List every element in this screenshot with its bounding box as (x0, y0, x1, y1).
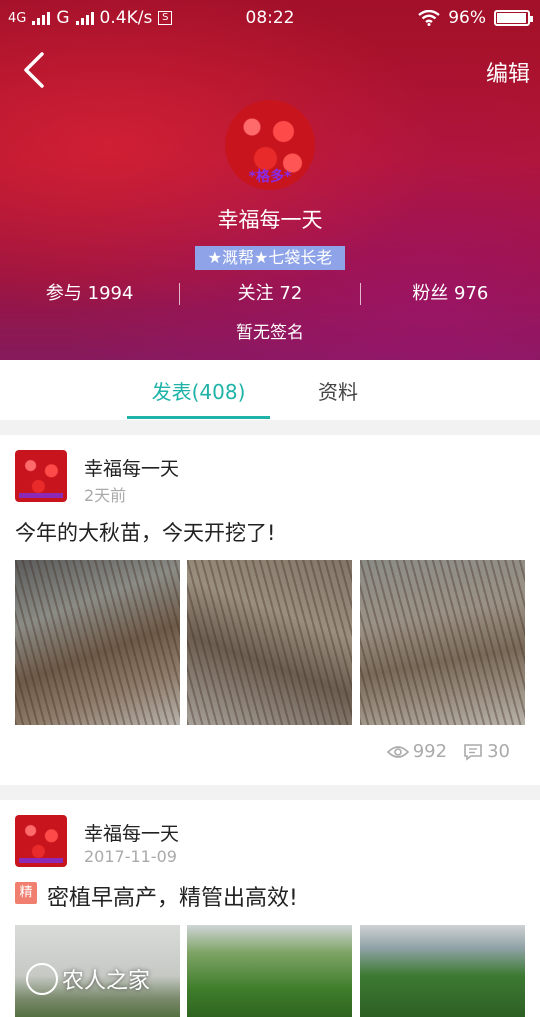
stat-following[interactable]: 关注 72 (180, 280, 359, 308)
active-tab-indicator (127, 416, 270, 419)
post-image[interactable] (360, 560, 525, 725)
post-time: 2017-11-09 (84, 847, 177, 866)
post-image[interactable] (187, 560, 352, 725)
post-author-name[interactable]: 幸福每一天 (84, 819, 179, 846)
profile-banner: 4G G 0.4K/s S 08:22 96% 编辑 *格多* 幸福每一天 ★溉… (0, 0, 540, 360)
post-author-avatar[interactable] (15, 450, 67, 502)
back-button[interactable] (14, 48, 54, 92)
post-card[interactable]: 幸福每一天 2天前 今年的大秋苗，今天开挖了! 992 30 (0, 435, 540, 785)
stat-participation[interactable]: 参与 1994 (0, 280, 179, 308)
status-bar: 4G G 0.4K/s S 08:22 96% (0, 0, 540, 36)
avatar[interactable]: *格多* (225, 100, 315, 190)
post-time: 2天前 (84, 486, 127, 505)
post-image[interactable] (187, 925, 352, 1017)
edit-button[interactable]: 编辑 (486, 56, 530, 88)
views-group: 992 (386, 741, 448, 762)
watermark: 农人之家 (26, 963, 150, 995)
avatar-caption: *格多* (248, 169, 292, 185)
post-image[interactable] (15, 560, 180, 725)
post-author-avatar[interactable] (15, 815, 67, 867)
battery-icon (494, 10, 533, 26)
post-image[interactable] (360, 925, 525, 1017)
tab-posts[interactable]: 发表(408) (127, 376, 270, 405)
tab-bar: 发表(408) 资料 (0, 360, 540, 420)
wifi-icon (418, 10, 440, 26)
profile-stats: 参与 1994 关注 72 粉丝 976 (0, 280, 540, 308)
post-author-name[interactable]: 幸福每一天 (84, 454, 179, 481)
views-count: 992 (412, 741, 448, 762)
eye-icon (386, 745, 409, 758)
comment-icon (464, 743, 482, 761)
post-meta: 992 30 (386, 741, 510, 762)
post-text[interactable]: 今年的大秋苗，今天开挖了! (15, 517, 275, 547)
comments-count: 30 (487, 741, 510, 762)
watermark-text: 农人之家 (62, 969, 151, 994)
stat-followers[interactable]: 粉丝 976 (361, 280, 540, 308)
comments-group[interactable]: 30 (463, 741, 510, 762)
battery-percent: 96% (448, 8, 486, 28)
featured-tag: 精 (15, 882, 37, 904)
watermark-logo-icon (26, 963, 58, 995)
status-right: 96% (418, 8, 533, 28)
post-text[interactable]: 密植早高产，精管出高效! (47, 880, 298, 912)
rank-badge: ★溉帮★七袋长老 (195, 246, 345, 270)
username: 幸福每一天 (217, 208, 323, 232)
signature: 暂无签名 (236, 323, 304, 343)
tab-profile-info[interactable]: 资料 (318, 376, 358, 405)
